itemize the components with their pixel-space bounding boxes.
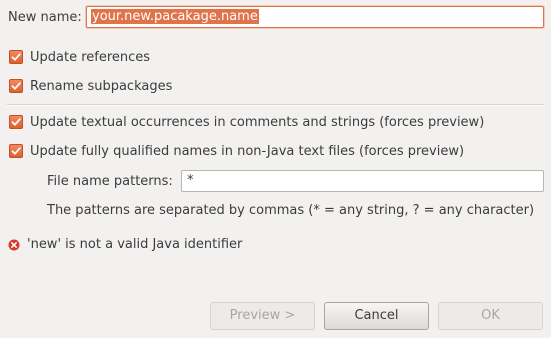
error-icon [8, 239, 20, 251]
update-textual-occurrences-checkbox[interactable]: Update textual occurrences in comments a… [9, 113, 484, 131]
new-name-input[interactable]: your.new.pacakage.name [86, 6, 544, 28]
update-qualified-names-label: Update fully qualified names in non-Java… [30, 143, 465, 159]
update-textual-occurrences-label: Update textual occurrences in comments a… [30, 114, 485, 130]
new-name-label: New name: [8, 10, 82, 25]
separator [7, 104, 544, 106]
preview-button[interactable]: Preview > [210, 302, 315, 330]
checkbox-checked-icon[interactable] [9, 115, 23, 129]
file-name-patterns-input[interactable]: * [181, 170, 544, 192]
file-name-patterns-hint: The patterns are separated by commas (* … [47, 203, 535, 218]
update-qualified-names-checkbox[interactable]: Update fully qualified names in non-Java… [9, 142, 464, 160]
update-references-checkbox[interactable]: Update references [9, 48, 150, 66]
rename-subpackages-checkbox[interactable]: Rename subpackages [9, 77, 172, 95]
ok-button[interactable]: OK [438, 302, 543, 330]
rename-subpackages-label: Rename subpackages [30, 78, 173, 94]
file-name-patterns-label: File name patterns: [47, 174, 173, 189]
checkbox-checked-icon[interactable] [9, 50, 23, 64]
checkbox-checked-icon[interactable] [9, 79, 23, 93]
cancel-button[interactable]: Cancel [324, 302, 429, 330]
new-name-value: your.new.pacakage.name [91, 9, 259, 24]
error-message: 'new' is not a valid Java identifier [27, 237, 243, 252]
update-references-label: Update references [30, 49, 151, 65]
checkbox-checked-icon[interactable] [9, 144, 23, 158]
